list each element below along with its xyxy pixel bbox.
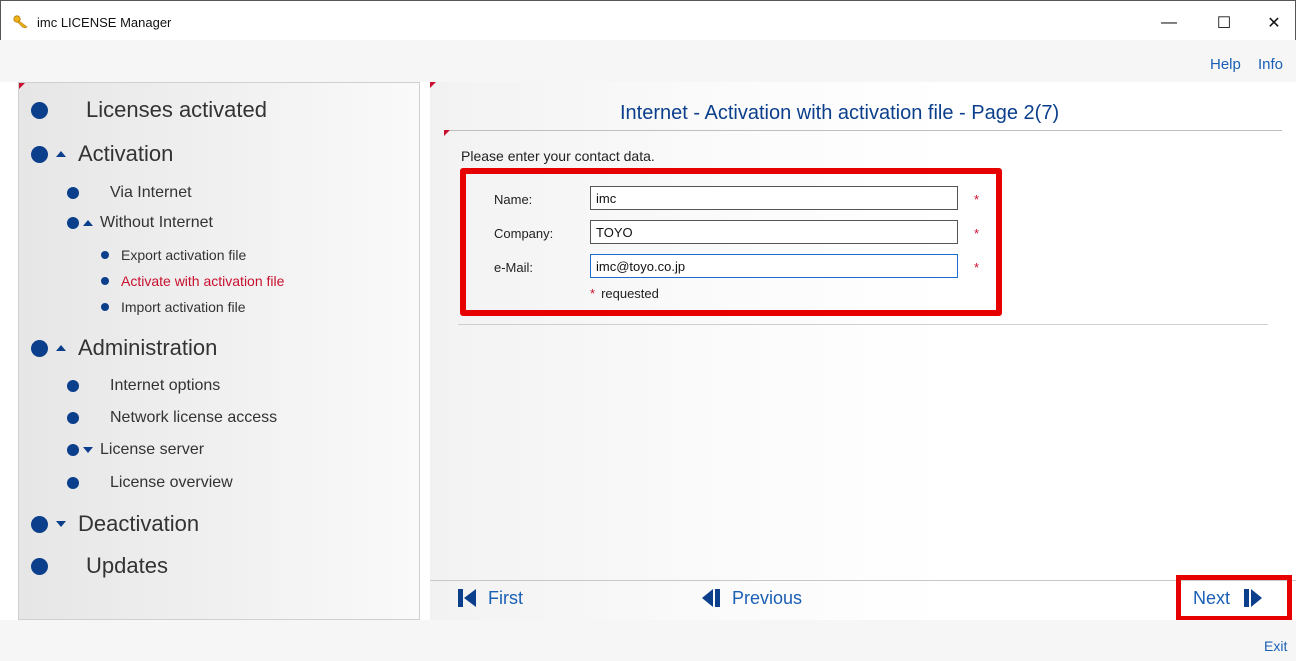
window-title: imc LICENSE Manager: [37, 15, 172, 30]
nav-internet-options[interactable]: Internet options: [67, 377, 220, 395]
nav-license-overview[interactable]: License overview: [67, 474, 233, 492]
previous-label: Previous: [732, 587, 803, 608]
nav-licenses-activated[interactable]: Licenses activated: [31, 97, 267, 123]
divider: [458, 324, 1268, 325]
page-title: Internet - Activation with activation fi…: [620, 102, 1060, 124]
nav-export-activation-file[interactable]: Export activation file: [101, 247, 246, 263]
nav-label: Via Internet: [110, 184, 192, 201]
nav-label: Import activation file: [121, 299, 246, 315]
divider: [450, 130, 1282, 131]
nav-without-internet[interactable]: Without Internet: [67, 214, 213, 232]
next-label: Next: [1193, 587, 1231, 608]
bullet-icon: [67, 217, 79, 229]
bullet-icon: [31, 145, 48, 163]
name-label: Name:: [494, 192, 533, 207]
nav-label: Without Internet: [100, 214, 213, 231]
email-label: e-Mail:: [494, 260, 534, 275]
first-page-icon: [458, 589, 476, 607]
nav-label: Licenses activated: [86, 97, 267, 122]
bullet-icon: [31, 557, 48, 575]
top-bar: Help Info: [0, 40, 1296, 82]
close-icon: ✕: [1267, 15, 1281, 32]
sidebar-nav: Licenses activated Activation Via Intern…: [18, 82, 420, 620]
nav-administration[interactable]: Administration: [31, 335, 217, 361]
nav-label: Activation: [78, 141, 174, 166]
previous-page-icon: [702, 589, 720, 607]
nav-label: License overview: [110, 474, 233, 491]
info-link[interactable]: Info: [1258, 56, 1283, 73]
minimize-icon: —: [1161, 14, 1177, 31]
bullet-icon: [67, 477, 79, 489]
corner-marker: [430, 82, 436, 88]
bullet-icon: [101, 303, 109, 311]
email-field[interactable]: [590, 254, 958, 278]
nav-license-server[interactable]: License server: [67, 441, 204, 459]
next-button[interactable]: Next: [1176, 575, 1292, 621]
bullet-icon: [67, 187, 79, 199]
nav-deactivation[interactable]: Deactivation: [31, 511, 199, 537]
required-note-text: requested: [601, 286, 659, 301]
collapse-arrow-icon: [56, 151, 66, 157]
bullet-icon: [101, 277, 109, 285]
required-star: *: [974, 260, 980, 275]
required-star: *: [974, 192, 980, 207]
nav-label: Export activation file: [121, 247, 247, 263]
wizard-nav-bar: First Previous Next: [430, 575, 1296, 621]
nav-label: Updates: [86, 553, 168, 578]
nav-network-license-access[interactable]: Network license access: [67, 409, 277, 427]
intro-text: Please enter your contact data.: [461, 148, 655, 164]
title-bar: imc LICENSE Manager — ☐ ✕: [0, 0, 1296, 40]
exit-link[interactable]: Exit: [1264, 638, 1287, 654]
first-label: First: [488, 587, 523, 608]
next-page-icon: [1244, 589, 1263, 607]
nav-activation[interactable]: Activation: [31, 141, 173, 167]
bullet-icon: [31, 339, 48, 357]
nav-activate-with-activation-file[interactable]: Activate with activation file: [101, 273, 284, 289]
nav-label: License server: [100, 441, 205, 458]
expand-arrow-icon: [56, 521, 66, 527]
footer: Exit: [0, 620, 1296, 661]
collapse-arrow-icon: [56, 345, 66, 351]
nav-label: Internet options: [110, 377, 221, 394]
nav-updates[interactable]: Updates: [31, 553, 168, 579]
nav-label: Network license access: [110, 409, 278, 426]
bullet-icon: [31, 101, 48, 119]
nav-via-internet[interactable]: Via Internet: [67, 184, 192, 202]
close-button[interactable]: ✕: [1251, 9, 1296, 37]
name-field[interactable]: [590, 186, 958, 210]
bullet-icon: [67, 412, 79, 424]
bullet-icon: [67, 444, 79, 456]
first-button[interactable]: First: [456, 587, 523, 609]
bullet-icon: [31, 515, 48, 533]
required-note: * requested: [590, 286, 659, 301]
collapse-arrow-icon: [83, 220, 93, 226]
contact-form: Name: * Company: * e-Mail: * * requested: [460, 168, 1002, 316]
main-content: Internet - Activation with activation fi…: [430, 82, 1296, 620]
maximize-button[interactable]: ☐: [1201, 9, 1247, 37]
nav-import-activation-file[interactable]: Import activation file: [101, 299, 246, 315]
nav-label: Deactivation: [78, 511, 200, 536]
required-star: *: [590, 286, 596, 301]
previous-button[interactable]: Previous: [700, 587, 802, 609]
maximize-icon: ☐: [1216, 15, 1232, 32]
nav-label: Administration: [78, 335, 218, 360]
bullet-icon: [67, 380, 79, 392]
bullet-icon: [101, 251, 109, 259]
corner-marker: [19, 83, 25, 89]
company-label: Company:: [494, 226, 554, 241]
key-icon: [13, 15, 28, 29]
help-link[interactable]: Help: [1210, 56, 1241, 73]
expand-arrow-icon: [83, 447, 93, 453]
required-star: *: [974, 226, 980, 241]
company-field[interactable]: [590, 220, 958, 244]
nav-label: Activate with activation file: [121, 273, 285, 289]
minimize-button[interactable]: —: [1146, 9, 1192, 37]
